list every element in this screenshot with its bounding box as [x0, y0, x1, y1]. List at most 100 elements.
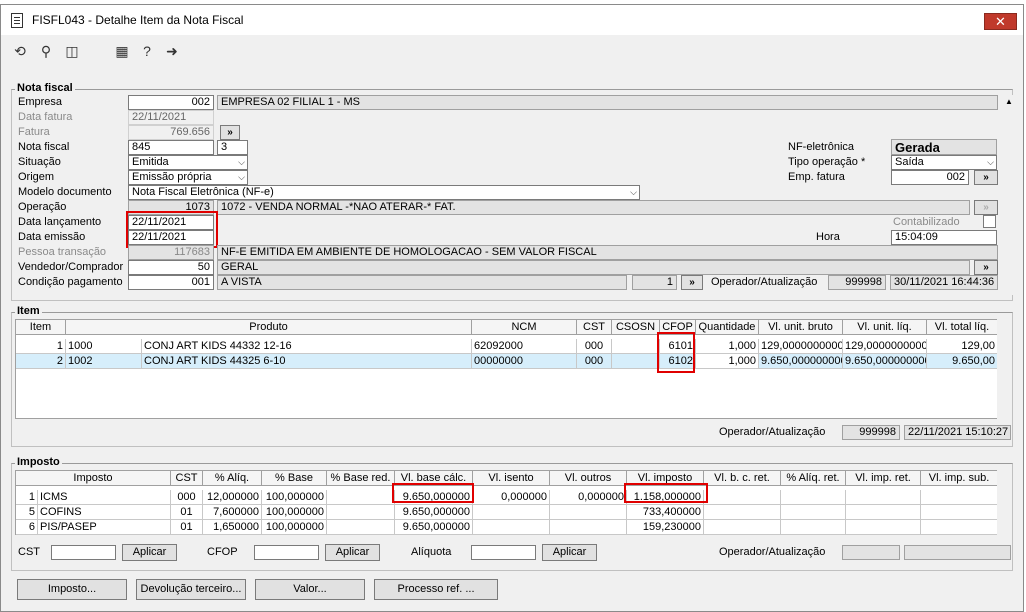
col-vl-isento[interactable]: Vl. isento: [473, 471, 550, 486]
devolucao-terceiro-button[interactable]: Devolução terceiro...: [136, 579, 246, 600]
col-cfop[interactable]: CFOP: [660, 320, 696, 335]
save-icon[interactable]: ◫: [63, 42, 81, 60]
nota-scrollbar[interactable]: [1003, 95, 1017, 295]
nota-fiscal-label: Nota fiscal: [18, 141, 70, 153]
col-quantidade[interactable]: Quantidade: [696, 320, 759, 335]
col-vl-imp-ret[interactable]: Vl. imp. ret.: [846, 471, 921, 486]
col-aliq-ret[interactable]: % Alíq. ret.: [781, 471, 846, 486]
vendedor-lookup-button[interactable]: »: [974, 260, 998, 275]
cfop-input[interactable]: [254, 545, 319, 560]
emp-fatura-lookup-button[interactable]: »: [974, 170, 998, 185]
tax-aliq-ret: [781, 505, 846, 520]
undo-icon[interactable]: ⟲: [11, 42, 29, 60]
chevron-down-icon: ⌵: [238, 172, 245, 182]
item-title: Item: [15, 305, 42, 317]
calendar-icon[interactable]: ▦: [113, 42, 131, 60]
col-vl-imposto[interactable]: Vl. imposto: [627, 471, 704, 486]
col-ncm[interactable]: NCM: [472, 320, 577, 335]
scroll-up-icon[interactable]: ▲: [1005, 97, 1013, 106]
vendedor-desc-field: GERAL: [217, 260, 970, 275]
cfop-apply-button[interactable]: Aplicar: [325, 544, 380, 561]
operacao-desc-field: 1072 - VENDA NORMAL -*NAO ATERAR-* FAT.: [217, 200, 970, 215]
condicao-code-field[interactable]: 001: [128, 275, 214, 290]
aliquota-apply-button[interactable]: Aplicar: [542, 544, 597, 561]
empresa-code-field[interactable]: 002: [128, 95, 214, 110]
origem-select[interactable]: Emissão própria ⌵: [128, 170, 248, 185]
fatura-field: 769.656: [128, 125, 214, 140]
tax-vl-imp-sub: [921, 520, 998, 535]
tax-vl-imp-ret: [846, 520, 921, 535]
tax-vl-imp-ret: [846, 505, 921, 520]
data-lancamento-field[interactable]: 22/11/2021: [128, 215, 214, 230]
tipo-operacao-select[interactable]: Saída ⌵: [891, 155, 997, 170]
valor-button[interactable]: Valor...: [255, 579, 365, 600]
col-vl-bc-ret[interactable]: Vl. b. c. ret.: [704, 471, 781, 486]
col-base-red[interactable]: % Base red.: [327, 471, 395, 486]
tax-vl-imposto: 733,400000: [627, 505, 704, 520]
vendedor-code-field[interactable]: 50: [128, 260, 214, 275]
search-icon[interactable]: ⚲: [37, 42, 55, 60]
hora-field[interactable]: 15:04:09: [891, 230, 997, 245]
help-icon[interactable]: ?: [138, 42, 156, 60]
col-vl-total-liq[interactable]: Vl. total líq.: [927, 320, 998, 335]
data-emissao-field[interactable]: 22/11/2021: [128, 230, 214, 245]
contabilizado-checkbox[interactable]: [983, 215, 996, 228]
document-icon: [11, 13, 23, 28]
contabilizado-label: Contabilizado: [893, 216, 960, 228]
col-vl-unit-liq[interactable]: Vl. unit. líq.: [843, 320, 927, 335]
fatura-lookup-button[interactable]: »: [220, 125, 240, 140]
processo-ref-button[interactable]: Processo ref. ...: [374, 579, 498, 600]
condicao-lookup-button[interactable]: »: [681, 275, 703, 290]
row-vl-total: 129,00: [927, 339, 998, 354]
col-vl-unit-bruto[interactable]: Vl. unit. bruto: [759, 320, 843, 335]
row-code: 1002: [66, 354, 142, 369]
cfop-label: CFOP: [207, 546, 238, 558]
tax-name: PIS/PASEP: [38, 520, 171, 535]
row-ncm: 00000000: [472, 354, 577, 369]
col-aliq[interactable]: % Alíq.: [203, 471, 262, 486]
emp-fatura-field[interactable]: 002: [891, 170, 969, 185]
item-scrollbar[interactable]: [997, 319, 1011, 419]
cst-input[interactable]: [51, 545, 116, 560]
aliquota-input[interactable]: [471, 545, 536, 560]
situacao-select[interactable]: Emitida ⌵: [128, 155, 248, 170]
modelo-select[interactable]: Nota Fiscal Eletrônica (NF-e) ⌵: [128, 185, 640, 200]
tax-name: ICMS: [38, 490, 171, 505]
operador-nota-datetime: 30/11/2021 16:44:36: [890, 275, 998, 290]
emp-fatura-label: Emp. fatura: [788, 171, 845, 183]
nota-fiscal-number-field[interactable]: 845: [128, 140, 214, 155]
col-base[interactable]: % Base: [262, 471, 327, 486]
toolbar: ⟲ ⚲ ◫ ▦ ? ➜: [1, 35, 1023, 63]
row-vl-total: 9.650,00: [927, 354, 998, 369]
cst-apply-button[interactable]: Aplicar: [122, 544, 177, 561]
tax-vl-isento: [473, 520, 550, 535]
row-quantidade[interactable]: 1,000: [696, 354, 759, 369]
imposto-grid: Imposto CST % Alíq. % Base % Base red. V…: [15, 470, 998, 535]
col-vl-outros[interactable]: Vl. outros: [550, 471, 627, 486]
tax-cst: 01: [171, 520, 203, 535]
operacao-lookup-button[interactable]: »: [974, 200, 998, 215]
operador-imposto-datetime: [904, 545, 1011, 560]
close-button[interactable]: ✕: [984, 13, 1017, 30]
col-vl-base[interactable]: Vl. base cálc.: [395, 471, 473, 486]
imposto-scrollbar[interactable]: [997, 470, 1011, 535]
tax-base: 100,000000: [262, 490, 327, 505]
nota-serie-field[interactable]: 3: [217, 140, 248, 155]
col-cst[interactable]: CST: [577, 320, 612, 335]
imposto-button[interactable]: Imposto...: [17, 579, 127, 600]
col-item[interactable]: Item: [16, 320, 66, 335]
row-quantidade: 1,000: [696, 339, 759, 354]
row-code: 1000: [66, 339, 142, 354]
col-vl-imp-sub[interactable]: Vl. imp. sub.: [921, 471, 998, 486]
window-title: FISFL043 - Detalhe Item da Nota Fiscal: [32, 13, 244, 27]
exit-icon[interactable]: ➜: [163, 42, 181, 60]
col-produto[interactable]: Produto: [66, 320, 472, 335]
col-cst[interactable]: CST: [171, 471, 203, 486]
col-imposto[interactable]: Imposto: [16, 471, 171, 486]
row-csosn: [612, 339, 660, 354]
row-vl-bruto: 129,0000000000: [759, 339, 843, 354]
tax-base-red: [327, 520, 395, 535]
tax-vl-outros: [550, 520, 627, 535]
operador-item-label: Operador/Atualização: [719, 426, 826, 438]
col-csosn[interactable]: CSOSN: [612, 320, 660, 335]
